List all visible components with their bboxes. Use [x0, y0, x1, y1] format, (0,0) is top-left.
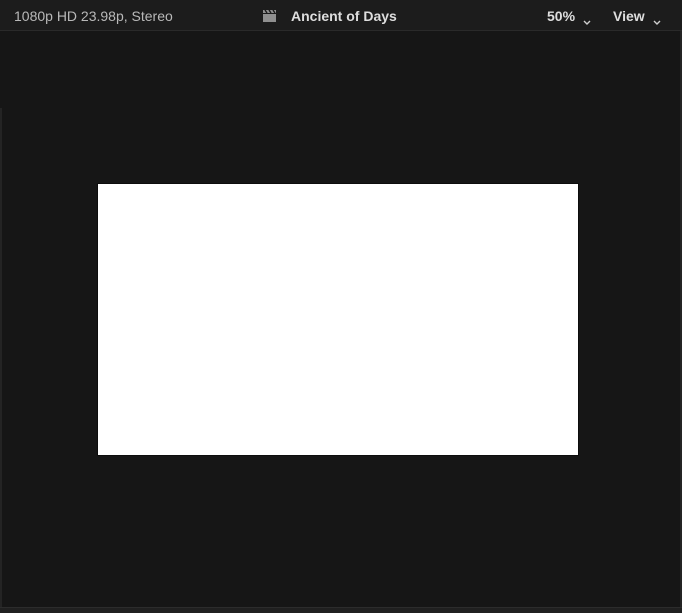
zoom-dropdown[interactable]: 50% — [547, 6, 591, 26]
bottom-strip — [0, 607, 682, 613]
viewer-window: 1080p HD 23.98p, Stereo Ancient of Days … — [0, 0, 682, 613]
zoom-label: 50% — [547, 8, 576, 24]
viewer-toolbar: 1080p HD 23.98p, Stereo Ancient of Days … — [0, 0, 682, 31]
video-frame[interactable] — [98, 184, 578, 455]
viewer-canvas[interactable] — [0, 31, 682, 607]
left-edge — [0, 108, 2, 608]
project-title: Ancient of Days — [291, 8, 397, 24]
chevron-down-icon — [653, 13, 661, 25]
chevron-down-icon — [583, 13, 591, 25]
view-label: View — [613, 8, 645, 24]
view-dropdown[interactable]: View — [613, 6, 661, 26]
format-label: 1080p HD 23.98p, Stereo — [14, 8, 173, 24]
clapper-icon — [262, 9, 277, 23]
project-title-group: Ancient of Days — [262, 6, 397, 26]
